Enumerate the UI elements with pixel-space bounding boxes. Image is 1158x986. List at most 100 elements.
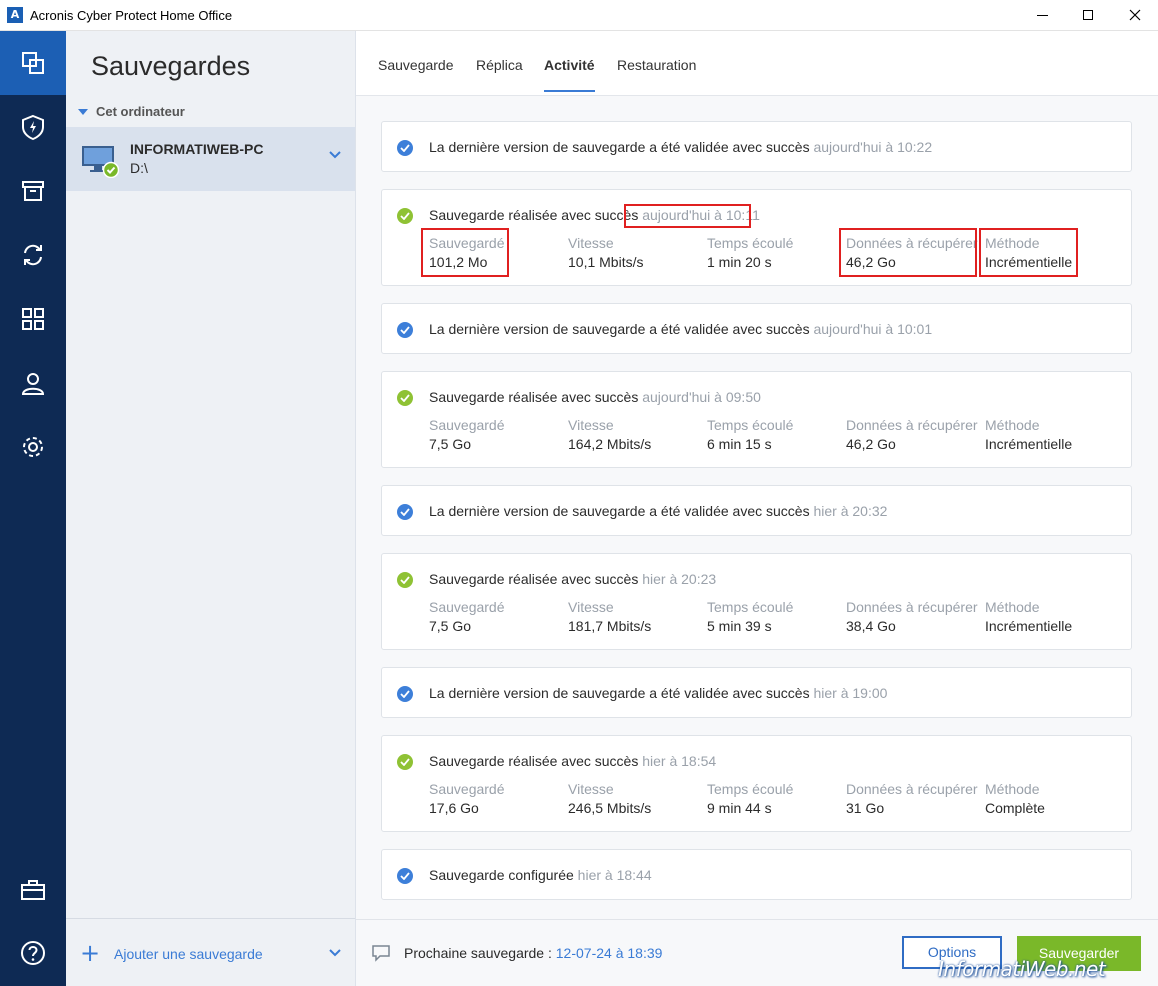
activity-card-event: La dernière version de sauvegarde a été … bbox=[381, 667, 1132, 718]
nav-help[interactable] bbox=[0, 921, 66, 985]
stat-value: 9 min 44 s bbox=[707, 800, 772, 816]
stat-label: Temps écoulé bbox=[707, 235, 794, 251]
activity-card-backup: Sauvegarde réalisée avec succès aujourd'… bbox=[381, 371, 1132, 468]
backup-item-name: INFORMATIWEB-PC bbox=[130, 141, 264, 157]
minimize-button[interactable] bbox=[1020, 0, 1066, 31]
success-check-icon bbox=[397, 322, 413, 338]
activity-time: hier à 18:54 bbox=[642, 753, 717, 769]
next-backup-label: Prochaine sauvegarde : bbox=[404, 945, 556, 961]
page-title: Sauvegardes bbox=[91, 51, 251, 81]
stat-label: Sauvegardé bbox=[429, 781, 505, 797]
stat-value: 7,5 Go bbox=[429, 618, 472, 634]
account-icon bbox=[21, 373, 45, 395]
activity-text: Sauvegarde configurée bbox=[429, 867, 574, 883]
activity-message: Sauvegarde réalisée avec succès hier à 2… bbox=[429, 571, 716, 587]
activity-text: La dernière version de sauvegarde a été … bbox=[429, 503, 810, 519]
nav-backups[interactable] bbox=[0, 31, 66, 95]
plus-icon: + bbox=[80, 939, 101, 967]
nav-sync[interactable] bbox=[0, 223, 66, 287]
stat-label: Vitesse bbox=[568, 781, 614, 797]
minimize-icon bbox=[1037, 15, 1048, 16]
stat-value: 5 min 39 s bbox=[707, 618, 772, 634]
nav-tools[interactable] bbox=[0, 287, 66, 351]
activity-card-backup: Sauvegarde réalisée avec succès aujourd'… bbox=[381, 189, 1132, 286]
tab-replica[interactable]: Réplica bbox=[476, 57, 523, 90]
activity-text: Sauvegarde réalisée avec succès bbox=[429, 207, 639, 223]
stat-label: Temps écoulé bbox=[707, 781, 794, 797]
nav-account[interactable] bbox=[0, 351, 66, 415]
activity-feed[interactable]: La dernière version de sauvegarde a été … bbox=[356, 97, 1158, 919]
stat-value: 181,7 Mbits/s bbox=[568, 618, 652, 634]
stat-method: Méthode Incrémentielle bbox=[985, 599, 1072, 634]
activity-time: hier à 19:00 bbox=[813, 685, 888, 701]
tab-activite[interactable]: Activité bbox=[544, 57, 595, 92]
stat-recover: Données à récupérer 31 Go bbox=[846, 781, 978, 816]
next-backup-text: Prochaine sauvegarde : 12-07-24 à 18:39 bbox=[404, 945, 662, 961]
stat-label: Méthode bbox=[985, 599, 1040, 615]
activity-message: Sauvegarde configurée hier à 18:44 bbox=[429, 867, 652, 883]
stat-method: Méthode Incrémentielle bbox=[985, 417, 1072, 452]
nav-settings[interactable] bbox=[0, 415, 66, 479]
add-backup-bar[interactable]: + Ajouter une sauvegarde bbox=[66, 918, 355, 986]
activity-time: aujourd'hui à 09:50 bbox=[642, 389, 761, 405]
activity-time: hier à 20:23 bbox=[642, 571, 717, 587]
nav-store[interactable] bbox=[0, 857, 66, 921]
chevron-down-icon[interactable] bbox=[329, 949, 341, 957]
stat-label: Vitesse bbox=[568, 599, 614, 615]
help-icon bbox=[21, 941, 45, 965]
stat-value: Incrémentielle bbox=[985, 618, 1073, 634]
nav-archive[interactable] bbox=[0, 159, 66, 223]
protection-shield-icon bbox=[22, 114, 44, 141]
success-check-icon bbox=[397, 686, 413, 702]
stat-value: 1 min 20 s bbox=[707, 254, 772, 270]
stat-saved: Sauvegardé 7,5 Go bbox=[429, 599, 505, 634]
stat-label: Sauvegardé bbox=[429, 599, 505, 615]
maximize-button[interactable] bbox=[1066, 0, 1112, 31]
activity-text: La dernière version de sauvegarde a été … bbox=[429, 685, 810, 701]
stat-speed: Vitesse 164,2 Mbits/s bbox=[568, 417, 651, 452]
activity-time: hier à 20:32 bbox=[813, 503, 888, 519]
activity-text: Sauvegarde réalisée avec succès bbox=[429, 389, 639, 405]
title-bar: A Acronis Cyber Protect Home Office bbox=[0, 0, 1158, 31]
stat-recover: Données à récupérer 46,2 Go bbox=[846, 417, 978, 452]
activity-message: La dernière version de sauvegarde a été … bbox=[429, 321, 932, 337]
activity-text: Sauvegarde réalisée avec succès bbox=[429, 571, 639, 587]
tab-sauvegarde[interactable]: Sauvegarde bbox=[378, 57, 454, 90]
stat-elapsed: Temps écoulé 1 min 20 s bbox=[707, 235, 793, 270]
activity-text: La dernière version de sauvegarde a été … bbox=[429, 139, 810, 155]
highlight-box-method bbox=[979, 228, 1078, 277]
backup-item-drive: D:\ bbox=[130, 160, 148, 176]
stat-label: Vitesse bbox=[568, 417, 614, 433]
backup-list-sidebar: Sauvegardes Cet ordinateur INFORMATIWEB-… bbox=[66, 31, 356, 986]
sync-icon bbox=[24, 244, 42, 266]
close-button[interactable] bbox=[1112, 0, 1158, 31]
stat-label: Méthode bbox=[985, 781, 1040, 797]
backup-item-informatiweb-pc[interactable]: INFORMATIWEB-PC D:\ bbox=[66, 127, 355, 191]
stat-value: 164,2 Mbits/s bbox=[568, 436, 652, 452]
stat-recover: Données à récupérer 38,4 Go bbox=[846, 599, 978, 634]
nav-protection[interactable] bbox=[0, 95, 66, 159]
stat-label: Données à récupérer bbox=[846, 781, 978, 797]
activity-message: Sauvegarde réalisée avec succès aujourd'… bbox=[429, 389, 761, 405]
activity-card-event: La dernière version de sauvegarde a été … bbox=[381, 485, 1132, 536]
success-check-icon bbox=[397, 754, 413, 770]
stat-value: 38,4 Go bbox=[846, 618, 896, 634]
add-backup-link[interactable]: Ajouter une sauvegarde bbox=[114, 946, 263, 962]
activity-time: hier à 18:44 bbox=[577, 867, 652, 883]
chat-icon[interactable] bbox=[371, 944, 391, 962]
highlight-box-recover bbox=[839, 228, 977, 277]
maximize-icon bbox=[1083, 10, 1093, 20]
stat-label: Sauvegardé bbox=[429, 417, 505, 433]
stat-label: Données à récupérer bbox=[846, 417, 978, 433]
main-nav bbox=[0, 31, 66, 986]
activity-card-event: La dernière version de sauvegarde a été … bbox=[381, 121, 1132, 172]
app-logo-icon: A bbox=[7, 7, 23, 23]
tab-restauration[interactable]: Restauration bbox=[617, 57, 696, 90]
section-this-computer[interactable]: Cet ordinateur bbox=[78, 104, 185, 119]
stat-method: Méthode Complète bbox=[985, 781, 1045, 816]
chevron-down-icon[interactable] bbox=[329, 151, 341, 159]
stat-label: Vitesse bbox=[568, 235, 614, 251]
watermark: InformatiWeb.net bbox=[938, 957, 1106, 981]
highlight-box-saved bbox=[421, 228, 509, 277]
section-label: Cet ordinateur bbox=[96, 104, 185, 119]
